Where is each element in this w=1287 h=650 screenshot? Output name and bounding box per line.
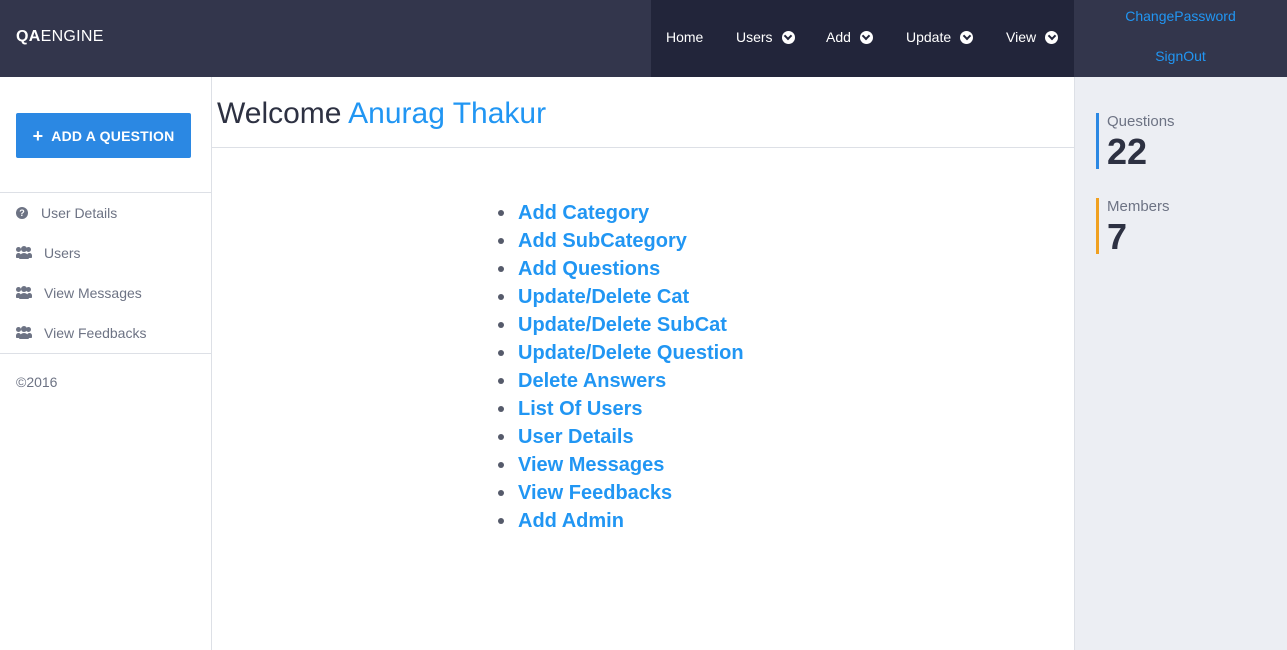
change-password-link[interactable]: ChangePassword — [1074, 8, 1287, 24]
list-item: List Of Users — [498, 395, 744, 423]
nav-home[interactable]: Home — [666, 27, 703, 47]
main-nav: Home Users Add Update View — [651, 0, 1074, 77]
update-delete-question-link[interactable]: Update/Delete Question — [518, 342, 744, 365]
update-delete-cat-link[interactable]: Update/Delete Cat — [518, 286, 689, 309]
stat-accent-bar — [1096, 198, 1099, 254]
list-item: Update/Delete Question — [498, 339, 744, 367]
chevron-down-icon — [960, 30, 974, 44]
list-item: View Feedbacks — [498, 479, 744, 507]
brand-logo[interactable]: QAENGINE — [16, 28, 104, 48]
members-stat: Members 7 — [1096, 198, 1276, 257]
copyright-text: ©2016 — [16, 374, 58, 390]
sidebar-item-user-details[interactable]: ? User Details — [16, 203, 117, 223]
list-item: Add Category — [498, 199, 744, 227]
list-item: Update/Delete Cat — [498, 283, 744, 311]
left-sidebar: + ADD A QUESTION ? User Details Users Vi… — [0, 77, 212, 650]
view-feedbacks-link[interactable]: View Feedbacks — [518, 482, 672, 505]
stat-label: Members — [1107, 198, 1170, 215]
list-item: Update/Delete SubCat — [498, 311, 744, 339]
add-questions-link[interactable]: Add Questions — [518, 258, 660, 281]
list-item: Delete Answers — [498, 367, 744, 395]
add-admin-link[interactable]: Add Admin — [518, 510, 624, 533]
delete-answers-link[interactable]: Delete Answers — [518, 370, 666, 393]
title-divider — [212, 147, 1074, 148]
main-content: Welcome Anurag Thakur Add Category Add S… — [212, 77, 1074, 650]
chevron-down-icon — [859, 30, 873, 44]
users-icon — [16, 326, 32, 340]
list-item: User Details — [498, 423, 744, 451]
list-item: Add Questions — [498, 255, 744, 283]
stats-panel: Questions 22 Members 7 — [1074, 77, 1287, 650]
sidebar-item-users[interactable]: Users — [16, 243, 81, 263]
add-question-button[interactable]: + ADD A QUESTION — [16, 113, 191, 158]
admin-links-list: Add Category Add SubCategory Add Questio… — [498, 199, 744, 535]
stat-label: Questions — [1107, 113, 1175, 130]
stat-value: 7 — [1107, 216, 1128, 257]
users-icon — [16, 246, 32, 260]
update-delete-subcat-link[interactable]: Update/Delete SubCat — [518, 314, 727, 337]
view-messages-link[interactable]: View Messages — [518, 454, 664, 477]
stat-value: 22 — [1107, 131, 1148, 172]
top-bar: QAENGINE Home Users Add Update View Chan… — [0, 0, 1287, 77]
nav-update[interactable]: Update — [906, 27, 974, 47]
list-item: View Messages — [498, 451, 744, 479]
questions-stat: Questions 22 — [1096, 113, 1276, 172]
user-details-link[interactable]: User Details — [518, 426, 634, 449]
list-item: Add Admin — [498, 507, 744, 535]
sign-out-link[interactable]: SignOut — [1074, 48, 1287, 64]
list-item: Add SubCategory — [498, 227, 744, 255]
plus-icon: + — [32, 125, 44, 146]
users-icon — [16, 286, 32, 300]
page-title: Welcome Anurag Thakur — [217, 97, 547, 130]
stat-accent-bar — [1096, 113, 1099, 169]
chevron-down-icon — [781, 30, 795, 44]
add-subcategory-link[interactable]: Add SubCategory — [518, 230, 687, 253]
nav-users[interactable]: Users — [736, 27, 795, 47]
sidebar-item-view-feedbacks[interactable]: View Feedbacks — [16, 323, 146, 343]
user-name: Anurag Thakur — [348, 97, 547, 130]
account-menu: ChangePassword SignOut — [1074, 0, 1287, 77]
list-of-users-link[interactable]: List Of Users — [518, 398, 642, 421]
sidebar-item-view-messages[interactable]: View Messages — [16, 283, 142, 303]
nav-add[interactable]: Add — [826, 27, 873, 47]
sidebar-divider — [0, 192, 211, 193]
nav-view[interactable]: View — [1006, 27, 1059, 47]
question-circle-icon: ? — [16, 207, 28, 219]
chevron-down-icon — [1045, 30, 1059, 44]
sidebar-divider — [0, 353, 211, 354]
add-category-link[interactable]: Add Category — [518, 202, 649, 225]
